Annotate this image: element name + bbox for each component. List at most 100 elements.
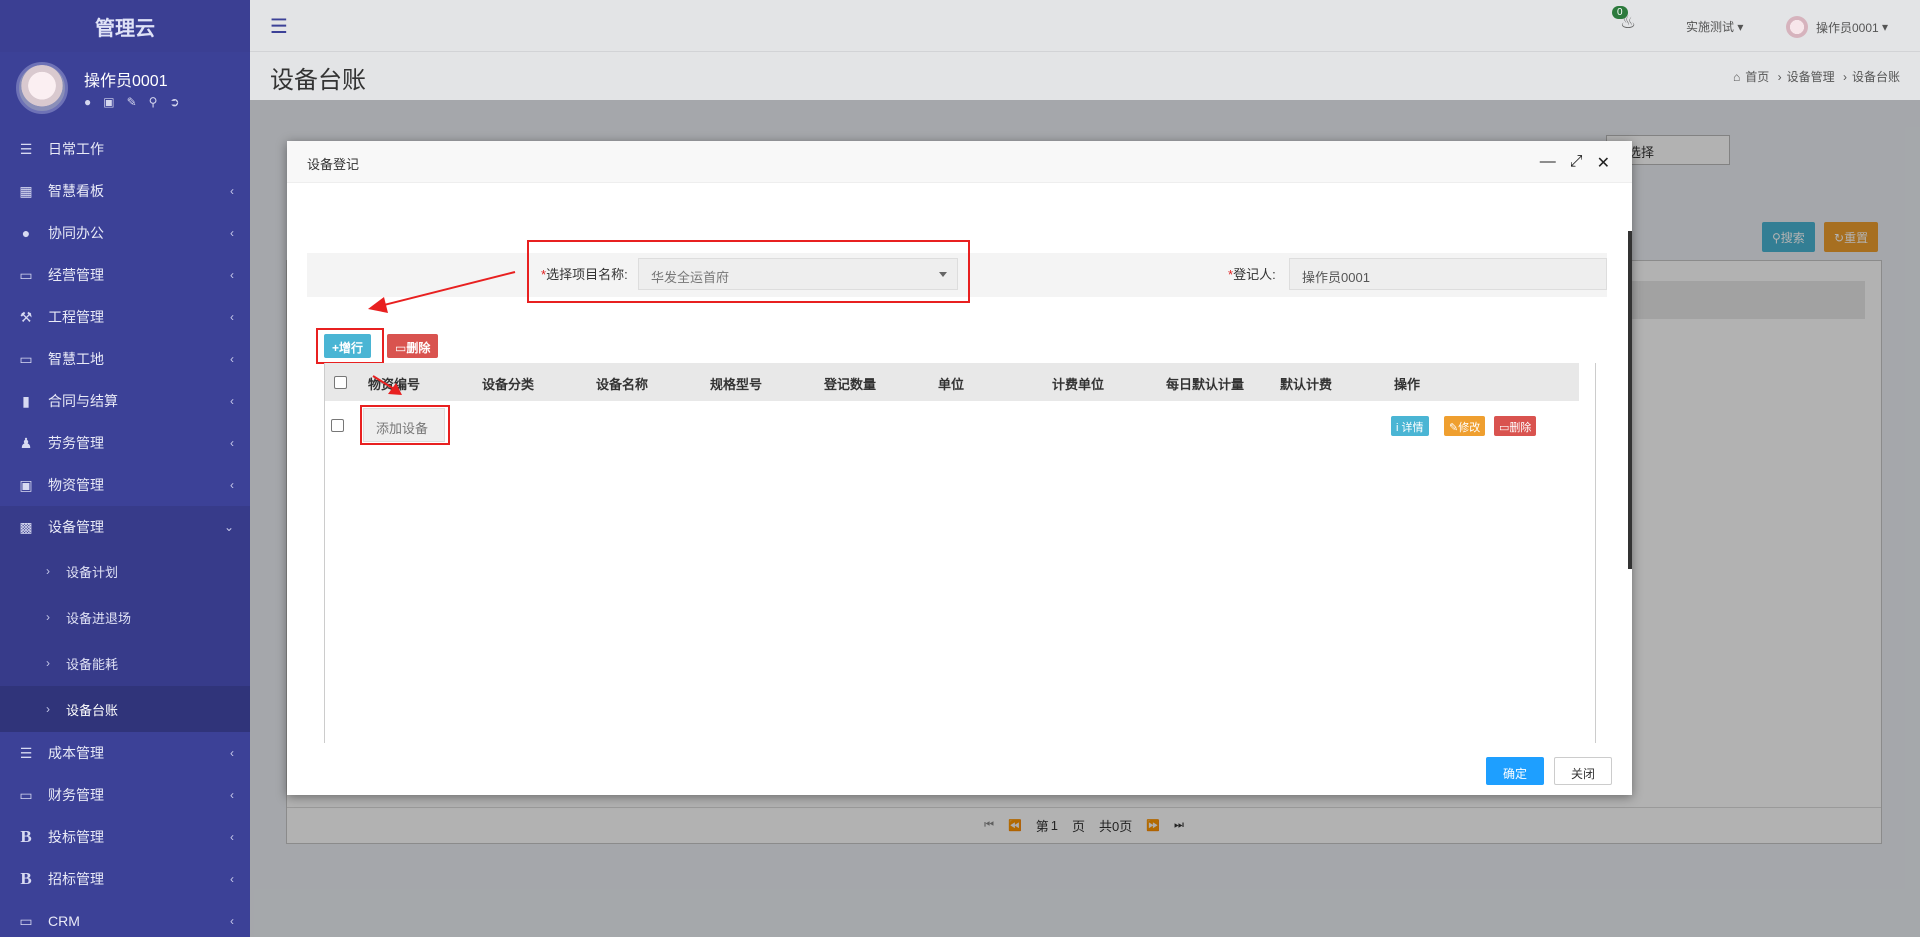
monitor-icon: ▭ bbox=[19, 786, 33, 803]
chevron-right-icon: › bbox=[46, 702, 50, 716]
sidebar-item-contract[interactable]: ▮ 合同与结算 ‹ bbox=[0, 380, 250, 422]
highlight-box bbox=[316, 328, 384, 364]
user-icon[interactable]: ● bbox=[84, 95, 91, 109]
sidebar-item-tendering[interactable]: B 招标管理 ‹ bbox=[0, 858, 250, 900]
chevron-left-icon: ‹ bbox=[230, 184, 234, 198]
sidebar-item-materials[interactable]: ▣ 物资管理 ‹ bbox=[0, 464, 250, 506]
caret-down-icon: ▾ bbox=[1737, 20, 1744, 34]
logout-icon[interactable]: ➲ bbox=[169, 95, 179, 109]
minimize-icon[interactable]: — bbox=[1540, 153, 1556, 173]
sidebar-subitem-equipment-entry-exit[interactable]: › 设备进退场 bbox=[0, 594, 250, 640]
close-button[interactable]: 关闭 bbox=[1554, 757, 1612, 785]
column-header: 物资编号 bbox=[368, 377, 421, 392]
column-header: 登记数量 bbox=[824, 377, 877, 392]
hamburger-menu-icon[interactable]: ☰ bbox=[270, 14, 288, 39]
edit-icon[interactable]: ✎ bbox=[127, 95, 137, 109]
sidebar-item-business[interactable]: ▭ 经营管理 ‹ bbox=[0, 254, 250, 296]
sidebar-item-engineering[interactable]: ⚒ 工程管理 ‹ bbox=[0, 296, 250, 338]
column-header: 操作 bbox=[1394, 377, 1421, 392]
id-card-icon[interactable]: ▣ bbox=[103, 95, 114, 109]
chevron-left-icon: ‹ bbox=[230, 872, 234, 886]
users-icon: ● bbox=[21, 225, 31, 241]
monitor-icon: ▭ bbox=[19, 912, 33, 929]
cube-icon: ▣ bbox=[19, 476, 33, 493]
chevron-left-icon: ‹ bbox=[230, 746, 234, 760]
modal-title-bar: 设备登记 — ⤢ ✕ bbox=[287, 141, 1632, 183]
chevron-right-icon: › bbox=[46, 656, 50, 670]
column-header: 规格型号 bbox=[710, 377, 763, 392]
monitor-icon: ▭ bbox=[19, 350, 33, 367]
row-checkbox[interactable] bbox=[331, 419, 344, 432]
sidebar-item-cost[interactable]: ☰ 成本管理 ‹ bbox=[0, 732, 250, 774]
chevron-down-icon: ⌄ bbox=[223, 520, 234, 534]
breadcrumb-separator-icon: › bbox=[1777, 70, 1782, 84]
chevron-left-icon: ‹ bbox=[230, 226, 234, 240]
home-icon: ⌂ bbox=[1733, 70, 1741, 84]
sidebar-item-equipment[interactable]: ▩ 设备管理 ⌄ bbox=[0, 506, 250, 548]
chevron-left-icon: ‹ bbox=[230, 478, 234, 492]
column-header: 设备名称 bbox=[596, 377, 649, 392]
monitor-icon: ▭ bbox=[19, 266, 33, 283]
sidebar-subitem-equipment-energy[interactable]: › 设备能耗 bbox=[0, 640, 250, 686]
column-header: 默认计费 bbox=[1280, 377, 1333, 392]
sidebar-item-daily-work[interactable]: ☰ 日常工作 bbox=[0, 128, 250, 170]
bell-icon[interactable]: ♨ 0 bbox=[1612, 6, 1636, 33]
confirm-button[interactable]: 确定 bbox=[1486, 757, 1544, 785]
edit-button[interactable]: ✎修改 bbox=[1444, 416, 1486, 436]
sidebar-item-office[interactable]: ● 协同办公 ‹ bbox=[0, 212, 250, 254]
chevron-left-icon: ‹ bbox=[230, 268, 234, 282]
column-header: 计费单位 bbox=[1052, 377, 1105, 392]
app-logo: 管理云 bbox=[0, 0, 250, 52]
sidebar-item-crm[interactable]: ▭ CRM ‹ bbox=[0, 900, 250, 937]
close-icon[interactable]: ✕ bbox=[1597, 153, 1610, 173]
registrant-label: *登记人: bbox=[1228, 267, 1276, 282]
list-icon: ☰ bbox=[19, 744, 33, 761]
maximize-icon[interactable]: ⤢ bbox=[1570, 153, 1583, 173]
delete-rows-button[interactable]: ▭删除 bbox=[387, 334, 439, 358]
trash-icon: ▭ bbox=[395, 341, 407, 355]
dashboard-icon: ▦ bbox=[19, 182, 33, 199]
chevron-left-icon: ‹ bbox=[230, 310, 234, 324]
breadcrumb: ⌂ 首页 › 设备管理 › 设备台账 bbox=[1728, 68, 1900, 85]
detail-button[interactable]: i 详情 bbox=[1391, 416, 1429, 436]
scrollbar[interactable] bbox=[1628, 231, 1632, 569]
sidebar-item-finance[interactable]: ▭ 财务管理 ‹ bbox=[0, 774, 250, 816]
breadcrumb-equipment[interactable]: 设备管理 bbox=[1787, 70, 1835, 84]
highlight-box bbox=[360, 405, 450, 445]
chevron-left-icon: ‹ bbox=[230, 436, 234, 450]
sidebar-submenu-equipment: › 设备计划 › 设备进退场 › 设备能耗 › 设备台账 bbox=[0, 548, 250, 732]
sidebar: 管理云 操作员0001 ● ▣ ✎ ⚲ ➲ ☰ 日常工作 ▦ 智慧看板 ‹ ● 协同办公… bbox=[0, 0, 250, 937]
column-header: 每日默认计量 bbox=[1166, 377, 1245, 392]
column-header: 设备分类 bbox=[482, 377, 535, 392]
sidebar-menu: ☰ 日常工作 ▦ 智慧看板 ‹ ● 协同办公 ‹ ▭ 经营管理 ‹ ⚒ 工程管理 ‹ ▭ 智慧工地 ‹… bbox=[0, 128, 250, 937]
caret-down-icon: ▾ bbox=[1882, 20, 1889, 34]
sidebar-item-dashboard[interactable]: ▦ 智慧看板 ‹ bbox=[0, 170, 250, 212]
edit-icon: ✎ bbox=[1449, 422, 1459, 434]
chevron-left-icon: ‹ bbox=[230, 788, 234, 802]
sidebar-item-smart-site[interactable]: ▭ 智慧工地 ‹ bbox=[0, 338, 250, 380]
sidebar-subitem-equipment-plan[interactable]: › 设备计划 bbox=[0, 548, 250, 594]
bold-b-icon: B bbox=[20, 827, 32, 846]
table-row: 添加设备 i 详情 ✎修改 ▭删除 bbox=[325, 401, 1579, 451]
trash-icon: ▭ bbox=[1499, 422, 1510, 434]
notification-badge: 0 bbox=[1612, 6, 1628, 19]
sidebar-item-bidding[interactable]: B 投标管理 ‹ bbox=[0, 816, 250, 858]
user-dropdown[interactable]: 操作员0001 ▾ bbox=[1786, 16, 1888, 38]
avatar bbox=[16, 62, 68, 114]
key-icon[interactable]: ⚲ bbox=[149, 95, 158, 109]
row-delete-button[interactable]: ▭删除 bbox=[1494, 416, 1537, 436]
tenant-dropdown[interactable]: 实施测试 ▾ bbox=[1686, 18, 1743, 35]
equipment-grid: 物资编号 设备分类 设备名称 规格型号 登记数量 单位 计费单位 每日默认计量 … bbox=[324, 363, 1596, 743]
chevron-left-icon: ‹ bbox=[230, 830, 234, 844]
sidebar-item-labor[interactable]: ♟ 劳务管理 ‹ bbox=[0, 422, 250, 464]
breadcrumb-home[interactable]: 首页 bbox=[1745, 70, 1769, 84]
highlight-box bbox=[527, 240, 970, 303]
sidebar-subitem-equipment-ledger[interactable]: › 设备台账 bbox=[0, 686, 250, 732]
column-header: 单位 bbox=[938, 377, 965, 392]
chevron-right-icon: › bbox=[46, 610, 50, 624]
select-all-checkbox[interactable] bbox=[334, 376, 347, 389]
chevron-left-icon: ‹ bbox=[230, 394, 234, 408]
chevron-left-icon: ‹ bbox=[230, 352, 234, 366]
bold-b-icon: B bbox=[20, 869, 32, 888]
equipment-register-modal: 设备登记 — ⤢ ✕ *选择项目名称: 华发全运首府 *登记人: 操作员0001… bbox=[287, 141, 1632, 795]
